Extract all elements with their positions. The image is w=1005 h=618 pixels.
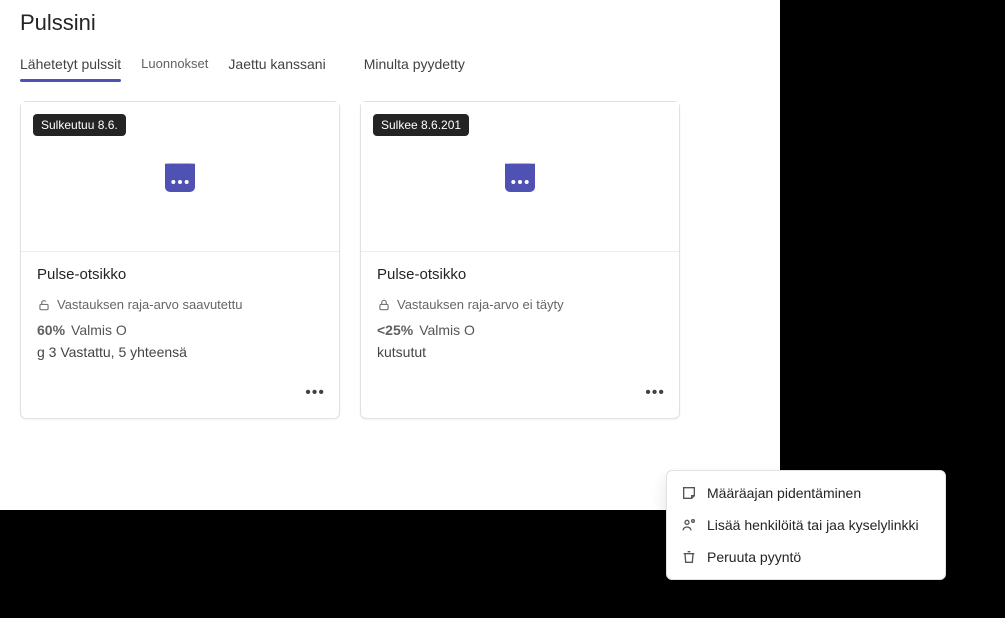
- more-horizontal-icon: •••: [645, 384, 665, 401]
- people-share-icon: [681, 517, 697, 533]
- context-menu: Määräajan pidentäminen Lisää henkilöitä …: [666, 470, 946, 580]
- card-title: Pulse-otsikko: [377, 266, 663, 283]
- tab-sent-pulses[interactable]: Lähetetyt pulssit: [20, 50, 131, 82]
- cards-row: Sulkeutuu 8.6. Pulse-otsikko Vastauksen …: [20, 101, 760, 419]
- status-row: Vastauksen raja-arvo saavutettu: [37, 297, 323, 312]
- card-header: Sulkee 8.6.201: [361, 102, 679, 252]
- card-title: Pulse-otsikko: [37, 266, 323, 283]
- pulse-card[interactable]: Sulkee 8.6.201 Pulse-otsikko Vastauksen …: [360, 101, 680, 419]
- percent-value: 60%: [37, 322, 65, 338]
- percent-label: Valmis O: [71, 322, 127, 338]
- percent-label: Valmis O: [419, 322, 475, 338]
- menu-item-add-people[interactable]: Lisää henkilöitä tai jaa kyselylinkki: [667, 509, 945, 541]
- calendar-icon: [500, 157, 540, 197]
- close-date-badge: Sulkeutuu 8.6.: [33, 114, 126, 136]
- trash-icon: [681, 549, 697, 565]
- tab-label: Minulta pyydetty: [364, 56, 465, 72]
- tab-shared-with-me[interactable]: Jaettu kanssani: [218, 50, 335, 82]
- calendar-icon: [160, 157, 200, 197]
- tab-requested-from-me[interactable]: Minulta pyydetty: [354, 50, 475, 82]
- card-body: Pulse-otsikko Vastauksen raja-arvo saavu…: [21, 252, 339, 378]
- tabs: Lähetetyt pulssit Luonnokset Jaettu kans…: [20, 50, 760, 83]
- tab-label: Jaettu kanssani: [228, 56, 325, 72]
- percent-row: <25% Valmis O: [377, 322, 663, 338]
- menu-item-extend-deadline[interactable]: Määräajan pidentäminen: [667, 477, 945, 509]
- app-frame: Pulssini Lähetetyt pulssit Luonnokset Ja…: [0, 0, 780, 510]
- lock-icon: [377, 298, 391, 312]
- more-options-button[interactable]: •••: [639, 378, 671, 408]
- menu-item-cancel-request[interactable]: Peruuta pyyntö: [667, 541, 945, 573]
- card-header: Sulkeutuu 8.6.: [21, 102, 339, 252]
- page-title: Pulssini: [20, 10, 760, 36]
- close-date-badge: Sulkee 8.6.201: [373, 114, 469, 136]
- response-count: g 3 Vastattu, 5 yhteensä: [37, 344, 323, 360]
- tab-label: Luonnokset: [141, 56, 208, 71]
- percent-row: 60% Valmis O: [37, 322, 323, 338]
- unlock-icon: [37, 298, 51, 312]
- note-icon: [681, 485, 697, 501]
- card-body: Pulse-otsikko Vastauksen raja-arvo ei tä…: [361, 252, 679, 378]
- status-row: Vastauksen raja-arvo ei täyty: [377, 297, 663, 312]
- menu-item-label: Peruuta pyyntö: [707, 549, 801, 565]
- tab-drafts[interactable]: Luonnokset: [131, 50, 218, 82]
- tab-label: Lähetetyt pulssit: [20, 56, 121, 72]
- more-horizontal-icon: •••: [305, 384, 325, 401]
- pulse-card[interactable]: Sulkeutuu 8.6. Pulse-otsikko Vastauksen …: [20, 101, 340, 419]
- card-footer: •••: [21, 378, 339, 418]
- card-footer: •••: [361, 378, 679, 418]
- menu-item-label: Lisää henkilöitä tai jaa kyselylinkki: [707, 517, 919, 533]
- response-count: kutsutut: [377, 344, 663, 360]
- percent-value: <25%: [377, 322, 413, 338]
- status-text: Vastauksen raja-arvo saavutettu: [57, 297, 242, 312]
- status-text: Vastauksen raja-arvo ei täyty: [397, 297, 564, 312]
- more-options-button[interactable]: •••: [299, 378, 331, 408]
- menu-item-label: Määräajan pidentäminen: [707, 485, 861, 501]
